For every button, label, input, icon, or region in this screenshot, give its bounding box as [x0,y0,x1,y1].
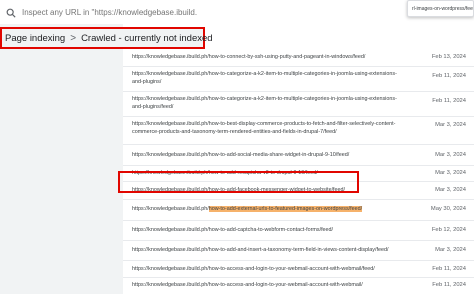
table-row[interactable]: https://knowledgebase.ibuild.ph/how-to-c… [123,67,474,92]
row-date: Feb 11, 2024 [432,266,466,272]
table-row[interactable]: https://knowledgebase.ibuild.ph/how-to-a… [123,261,474,278]
row-date: Feb 11, 2024 [432,282,466,288]
highlighted-row-annotation [118,171,359,193]
breadcrumb-separator-icon: > [70,32,77,44]
row-url[interactable]: https://knowledgebase.ibuild.ph/how-to-c… [132,71,400,86]
page-title-breadcrumb: Page indexing > Crawled - currently not … [0,27,213,49]
row-date: May 30, 2024 [430,206,466,212]
top-bar: rl-images-on-wordpress/feed/ [0,0,474,24]
search-input[interactable] [22,8,197,17]
table-row-highlighted[interactable]: https://knowledgebase.ibuild.ph/how-to-a… [123,200,474,221]
row-date: Mar 3, 2024 [435,152,466,158]
row-url[interactable]: https://knowledgebase.ibuild.ph/how-to-c… [132,54,400,62]
row-url[interactable]: https://knowledgebase.ibuild.ph/how-to-c… [132,96,400,111]
sidebar [0,24,123,294]
search-icon [6,8,16,18]
table-row[interactable]: https://knowledgebase.ibuild.ph/how-to-a… [123,241,474,261]
row-url[interactable]: https://knowledgebase.ibuild.ph/how-to-a… [132,247,400,255]
row-url[interactable]: https://knowledgebase.ibuild.ph/how-to-a… [132,266,400,274]
table-row[interactable]: https://knowledgebase.ibuild.ph/how-to-c… [123,92,474,117]
url-list: https://knowledgebase.ibuild.ph/how-to-c… [123,24,474,294]
table-row[interactable]: https://knowledgebase.ibuild.ph/how-to-b… [123,117,474,145]
url-tooltip: rl-images-on-wordpress/feed/ [407,0,474,17]
page-title: Crawled - currently not indexed [81,32,213,44]
table-row[interactable]: https://knowledgebase.ibuild.ph/how-to-c… [123,47,474,67]
row-url[interactable]: https://knowledgebase.ibuild.ph/how-to-a… [132,152,400,160]
table-row[interactable]: https://knowledgebase.ibuild.ph/how-to-a… [123,278,474,294]
row-date: Mar 3, 2024 [435,170,466,176]
row-url[interactable]: https://knowledgebase.ibuild.ph/how-to-a… [132,227,400,235]
row-date: Feb 11, 2024 [432,98,466,104]
row-date: Mar 3, 2024 [435,187,466,193]
row-url[interactable]: https://knowledgebase.ibuild.ph/how-to-a… [132,282,400,290]
row-date: Mar 3, 2024 [435,247,466,253]
row-date: Feb 13, 2024 [431,54,466,60]
row-url-highlighted-path: how-to-add-external-urls-to-featured-ima… [208,206,363,212]
row-date: Mar 3, 2024 [435,122,466,128]
row-date: Feb 12, 2024 [431,227,466,233]
row-url-prefix: https://knowledgebase.ibuild.ph/ [132,206,209,212]
url-inspection-search[interactable] [6,4,206,21]
table-row[interactable]: https://knowledgebase.ibuild.ph/how-to-a… [123,145,474,166]
row-date: Feb 11, 2024 [432,73,466,79]
row-url[interactable]: https://knowledgebase.ibuild.ph/how-to-b… [132,121,400,136]
table-row[interactable]: https://knowledgebase.ibuild.ph/how-to-a… [123,221,474,241]
breadcrumb-page-indexing[interactable]: Page indexing [5,33,65,44]
row-url[interactable]: https://knowledgebase.ibuild.ph/how-to-a… [132,206,400,214]
